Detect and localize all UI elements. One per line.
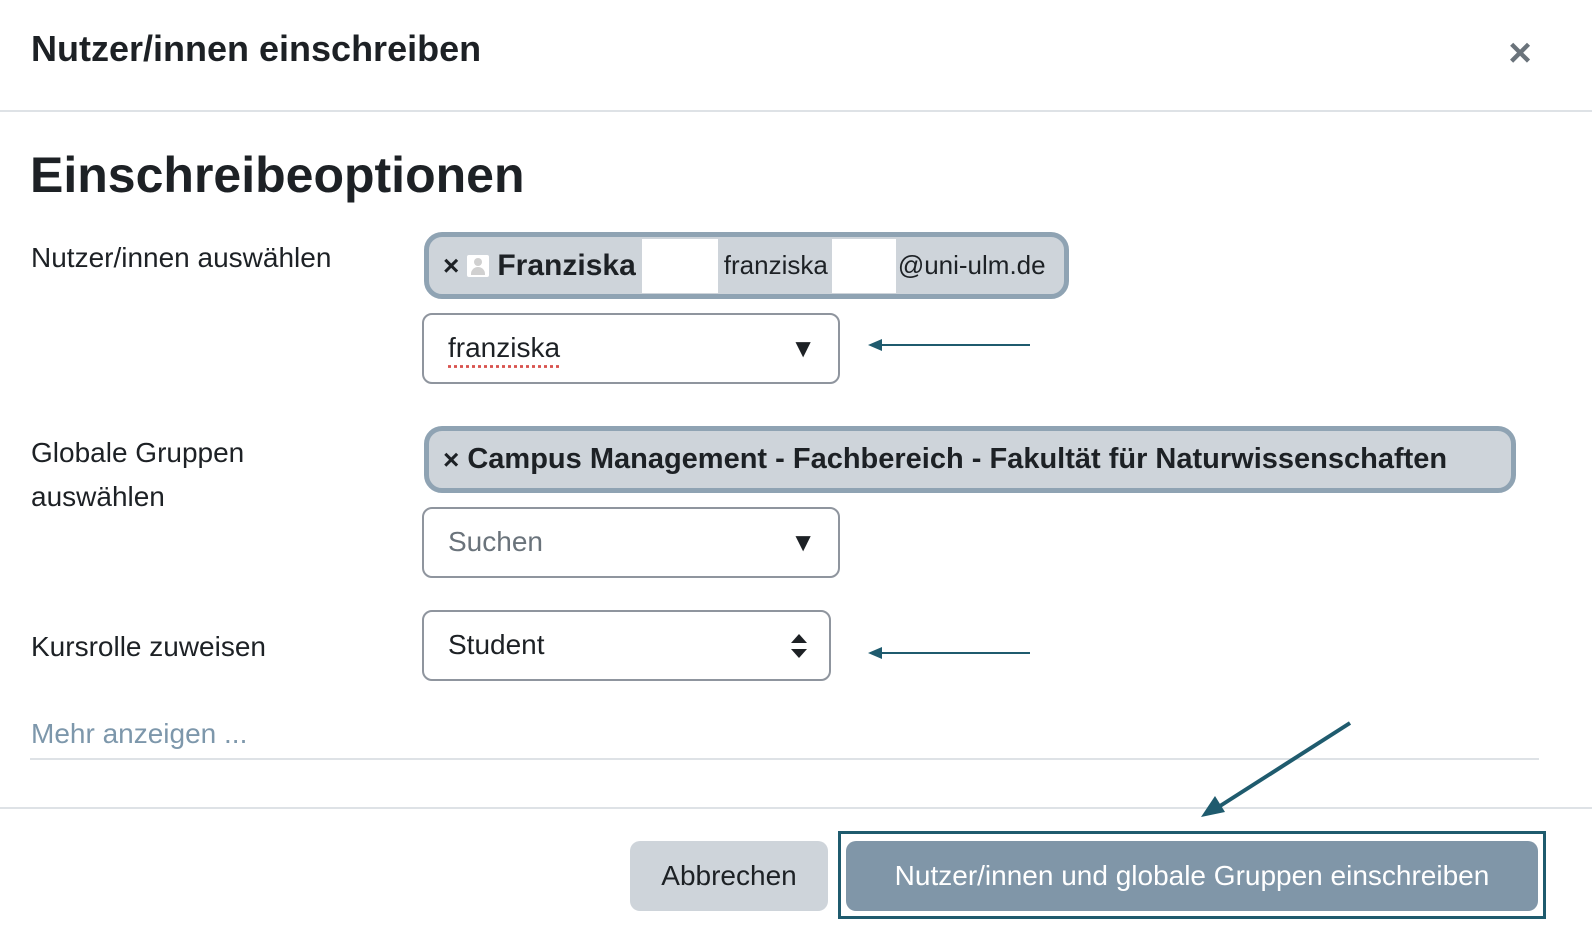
arrow-to-user-search bbox=[868, 339, 1030, 351]
arrow-to-role-select bbox=[868, 647, 1030, 659]
arrow-to-enrol-button bbox=[1201, 721, 1352, 817]
annotation-arrows bbox=[868, 339, 1352, 817]
enrol-users-dialog: Nutzer/innen einschreiben × Einschreibeo… bbox=[0, 0, 1592, 950]
